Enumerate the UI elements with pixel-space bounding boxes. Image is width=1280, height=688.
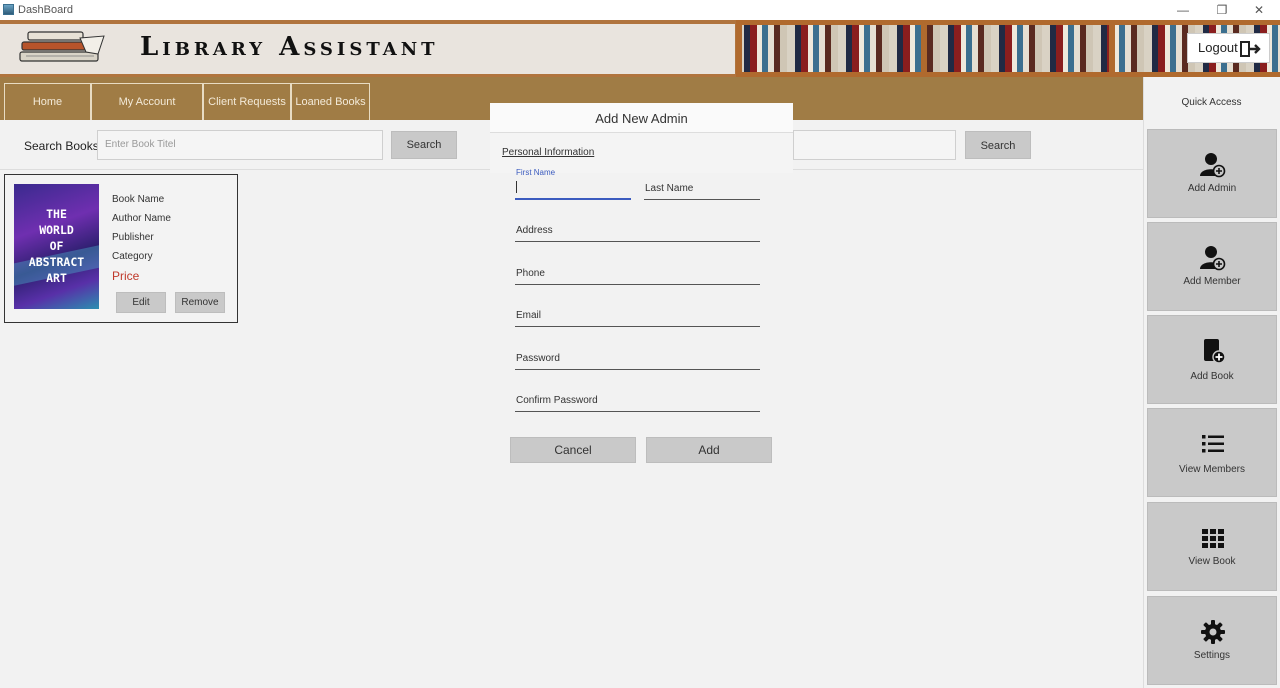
password-label: Password xyxy=(516,353,560,364)
cover-line-2: WORLD xyxy=(39,223,74,237)
app-title: Library Assistant xyxy=(140,32,439,62)
books-stack-icon xyxy=(19,31,105,62)
tab-client-requests[interactable]: Client Requests xyxy=(203,83,291,120)
tab-loaned-books[interactable]: Loaned Books xyxy=(291,83,370,120)
phone-label: Phone xyxy=(516,268,545,279)
add-admin-dialog: Add New Admin xyxy=(490,103,793,173)
view-members-label: View Members xyxy=(1179,464,1245,475)
tab-home[interactable]: Home xyxy=(4,83,91,120)
logout-label: Logout xyxy=(1198,40,1238,55)
view-book-tile[interactable]: View Book xyxy=(1147,502,1277,591)
cover-line-1: THE xyxy=(46,207,67,221)
add-book-tile[interactable]: Add Book xyxy=(1147,315,1277,404)
list-icon xyxy=(1202,435,1224,453)
book-card: THE WORLD OF ABSTRACT ART Book Name Auth… xyxy=(4,174,238,323)
window-titlebar: DashBoard — ❐ ✕ xyxy=(0,0,1280,20)
add-admin-label: Add Admin xyxy=(1187,183,1237,194)
add-book-label: Add Book xyxy=(1190,371,1234,382)
add-member-label: Add Member xyxy=(1183,276,1241,287)
add-book-icon xyxy=(1204,339,1226,364)
view-book-label: View Book xyxy=(1188,556,1236,567)
cover-line-3: OF xyxy=(49,239,64,253)
view-members-tile[interactable]: View Members xyxy=(1147,408,1277,497)
add-member-tile[interactable]: Add Member xyxy=(1147,222,1277,311)
settings-label: Settings xyxy=(1193,650,1231,661)
book-publisher: Publisher xyxy=(112,232,154,243)
cover-line-5: ART xyxy=(46,271,67,285)
restore-icon[interactable]: ❐ xyxy=(1203,1,1241,19)
email-field[interactable] xyxy=(515,326,760,327)
book-category: Category xyxy=(112,251,153,262)
add-button[interactable]: Add xyxy=(646,437,772,463)
phone-field[interactable] xyxy=(515,284,760,285)
last-name-label: Last Name xyxy=(645,183,694,194)
add-admin-icon xyxy=(1200,153,1226,178)
search-button[interactable]: Search xyxy=(391,131,457,159)
address-field[interactable] xyxy=(515,241,760,242)
tab-my-account[interactable]: My Account xyxy=(91,83,203,120)
search-books-label: Search Books xyxy=(24,139,99,153)
address-label: Address xyxy=(516,225,553,236)
personal-info-heading: Personal Information xyxy=(502,147,595,158)
search-input[interactable]: Enter Book Titel xyxy=(97,130,383,160)
settings-tile[interactable]: Settings xyxy=(1147,596,1277,685)
first-name-label: First Name xyxy=(516,168,556,177)
logout-icon xyxy=(1240,41,1261,57)
gear-icon xyxy=(1201,620,1225,644)
close-icon[interactable]: ✕ xyxy=(1240,1,1278,19)
book-author: Author Name xyxy=(112,213,171,224)
dialog-title: Add New Admin xyxy=(490,103,793,133)
app-icon xyxy=(3,4,14,15)
first-name-caret xyxy=(516,181,517,193)
logout-button[interactable]: Logout xyxy=(1187,33,1270,63)
quick-access-title: Quick Access xyxy=(1181,97,1242,108)
confirm-password-field[interactable] xyxy=(515,411,760,412)
minimize-icon[interactable]: — xyxy=(1164,1,1202,19)
book-cover-image: THE WORLD OF ABSTRACT ART xyxy=(14,184,99,309)
search-button-right[interactable]: Search xyxy=(965,131,1031,159)
cancel-button[interactable]: Cancel xyxy=(510,437,636,463)
grid-icon xyxy=(1202,529,1224,548)
email-label: Email xyxy=(516,310,542,321)
remove-button[interactable]: Remove xyxy=(175,292,225,313)
book-price: Price xyxy=(112,269,140,283)
add-member-icon xyxy=(1200,246,1226,271)
last-name-field[interactable] xyxy=(644,199,760,200)
cover-line-4: ABSTRACT xyxy=(28,255,85,269)
search-input-right[interactable] xyxy=(793,130,956,160)
window-title: DashBoard xyxy=(18,4,74,16)
first-name-field[interactable] xyxy=(515,198,631,200)
book-name: Book Name xyxy=(112,194,165,205)
add-admin-tile[interactable]: Add Admin xyxy=(1147,129,1277,218)
edit-button[interactable]: Edit xyxy=(116,292,166,313)
confirm-password-label: Confirm Password xyxy=(516,395,598,406)
app-banner: Library Assistant Logout xyxy=(0,20,1280,77)
password-field[interactable] xyxy=(515,369,760,370)
